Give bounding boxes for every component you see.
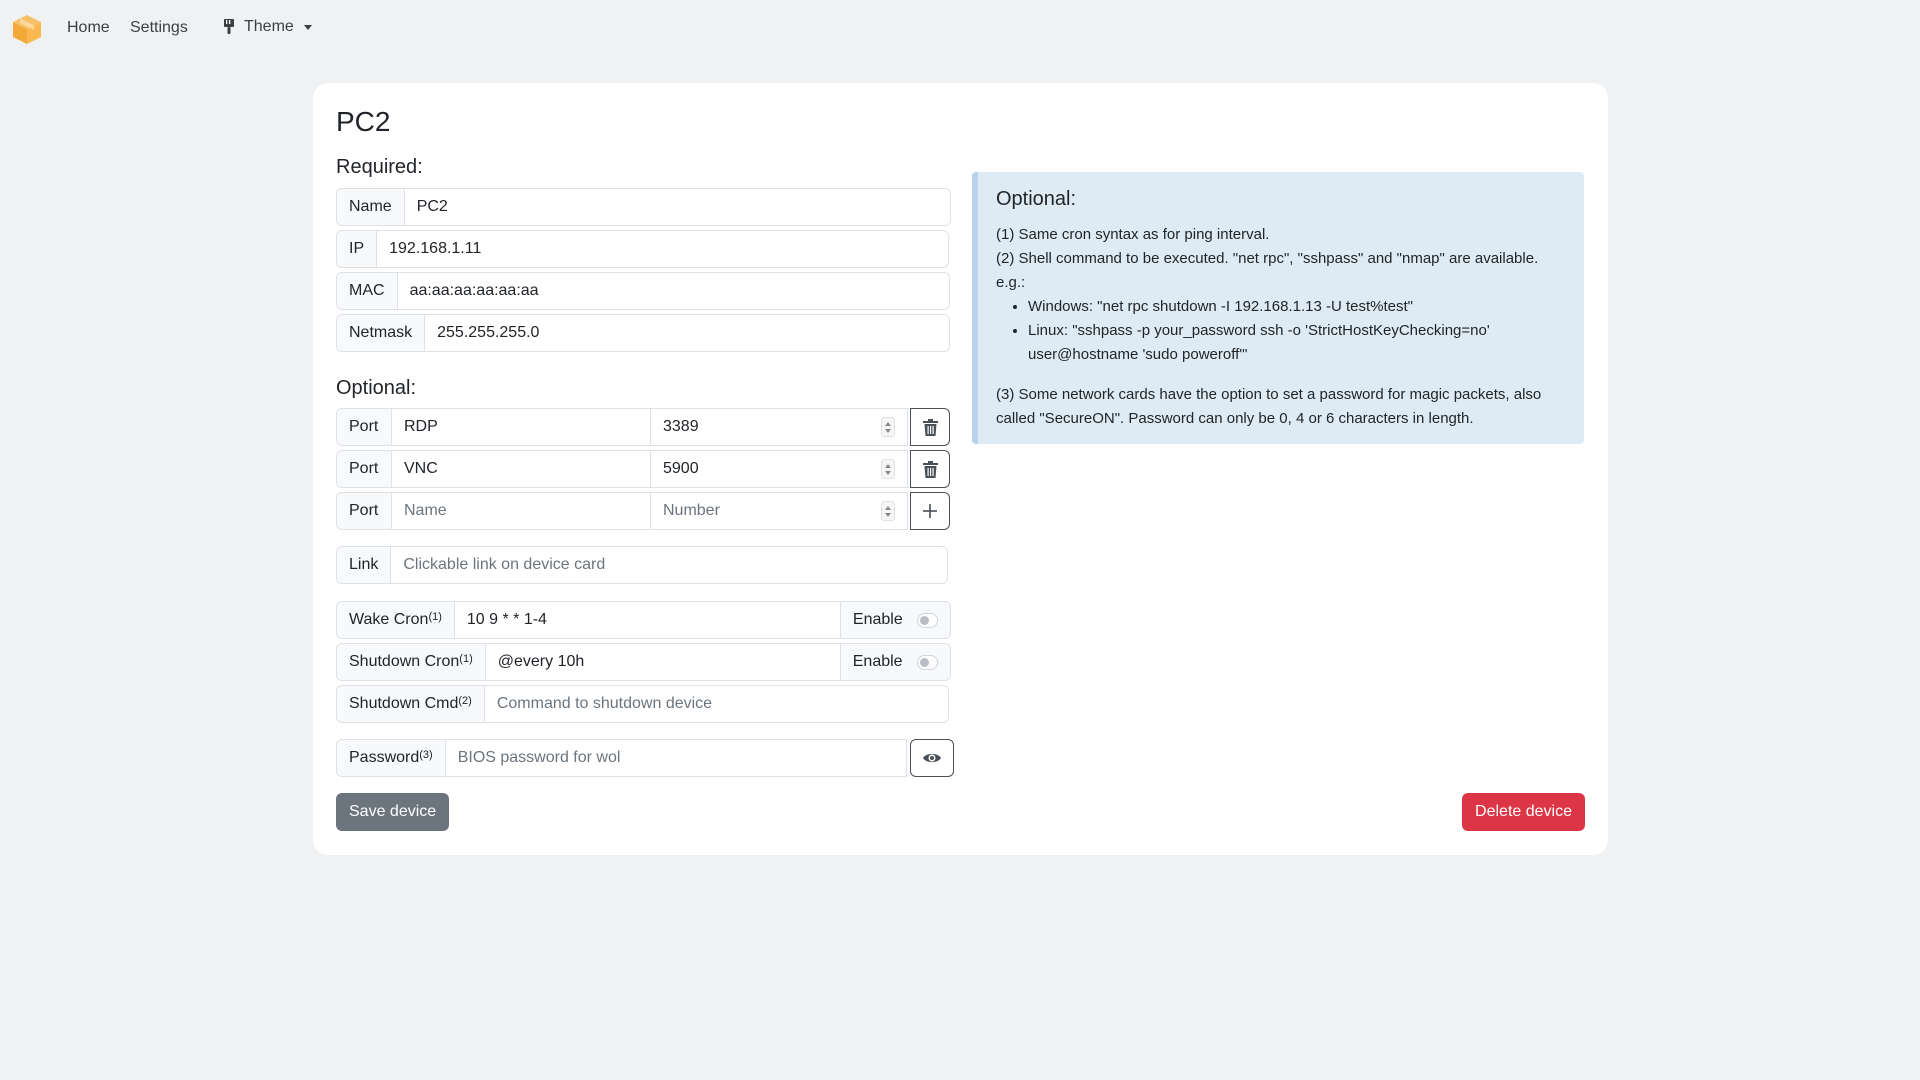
nav-settings-link[interactable]: Settings — [130, 19, 188, 37]
box-logo-icon[interactable] — [11, 13, 43, 45]
mac-row: MAC aa:aa:aa:aa:aa:aa — [336, 272, 950, 310]
shutdown-enable-label: Enable — [852, 653, 903, 670]
port-number-value: 3389 — [663, 418, 699, 435]
ip-input[interactable]: 192.168.1.11 — [376, 230, 950, 268]
wake-cron-row: Wake Cron (1) 10 9 * * 1-4 Enable — [336, 601, 951, 639]
port-name-input[interactable]: RDP — [391, 408, 651, 446]
port-number-placeholder: Number — [663, 502, 720, 519]
add-port-button[interactable] — [910, 492, 950, 530]
name-input[interactable]: PC2 — [403, 188, 951, 226]
wake-enable-toggle[interactable] — [916, 612, 938, 628]
show-password-button[interactable] — [909, 739, 954, 777]
trash-icon — [922, 418, 938, 436]
wake-cron-enable: Enable — [839, 601, 951, 639]
optional-info-panel: Optional: (1) Same cron syntax as for pi… — [972, 172, 1584, 444]
shutdown-cron-input[interactable]: @every 10h — [484, 643, 841, 681]
port-number-value: 5900 — [663, 460, 699, 477]
info-line-3: e.g.: — [996, 274, 1026, 291]
shutdown-cmd-footnote: (2) — [458, 695, 472, 707]
info-title: Optional: — [996, 188, 1077, 210]
shutdown-cmd-row: Shutdown Cmd (2) Command to shutdown devi… — [336, 685, 949, 723]
port-row: Port VNC 5900 — [336, 450, 950, 488]
info-examples-list: Windows: "net rpc shutdown -I 192.168.1.… — [996, 295, 1566, 367]
trash-icon — [922, 460, 938, 478]
name-label: Name — [336, 188, 405, 226]
shutdown-cmd-label-text: Shutdown Cmd — [349, 695, 459, 712]
wake-cron-input[interactable]: 10 9 * * 1-4 — [453, 601, 841, 639]
port-name-input[interactable]: Name — [391, 492, 651, 530]
mac-input[interactable]: aa:aa:aa:aa:aa:aa — [396, 272, 950, 310]
shutdown-cmd-label: Shutdown Cmd (2) — [336, 685, 485, 723]
navbar: Home Settings Theme — [0, 0, 1920, 58]
eye-icon — [922, 753, 941, 763]
netmask-row: Netmask 255.255.255.0 — [336, 314, 951, 352]
name-row: Name PC2 — [336, 188, 951, 226]
info-line-1: (1) Same cron syntax as for ping interva… — [996, 226, 1270, 243]
wake-cron-footnote: (1) — [428, 611, 442, 623]
delete-device-button[interactable]: Delete device — [1462, 793, 1585, 831]
wake-enable-label: Enable — [852, 611, 903, 628]
mac-label: MAC — [336, 272, 398, 310]
port-name-input[interactable]: VNC — [391, 450, 651, 488]
port-number-input[interactable]: 3389 — [650, 408, 908, 446]
plus-icon — [923, 504, 937, 518]
number-spinner-icon[interactable] — [881, 501, 895, 521]
shutdown-enable-toggle[interactable] — [916, 654, 938, 670]
number-spinner-icon[interactable] — [881, 459, 895, 479]
shutdown-cron-footnote: (1) — [459, 653, 473, 665]
delete-port-button[interactable] — [910, 450, 950, 488]
info-example-linux: Linux: "sshpass -p your_password ssh -o … — [1028, 319, 1566, 367]
ip-row: IP 192.168.1.11 — [336, 230, 950, 268]
netmask-label: Netmask — [336, 314, 426, 352]
required-heading: Required: — [336, 156, 423, 178]
port-label: Port — [336, 408, 392, 446]
netmask-input[interactable]: 255.255.255.0 — [424, 314, 951, 352]
port-number-input[interactable]: Number — [650, 492, 908, 530]
shutdown-cron-enable: Enable — [839, 643, 951, 681]
password-row: Password (3) BIOS password for wol — [336, 739, 954, 777]
theme-dropdown[interactable]: Theme — [222, 18, 312, 36]
shutdown-cron-label: Shutdown Cron (1) — [336, 643, 486, 681]
nav-home-link[interactable]: Home — [67, 19, 110, 37]
port-row: Port RDP 3389 — [336, 408, 950, 446]
theme-label: Theme — [244, 18, 294, 35]
page-title: PC2 — [336, 106, 391, 137]
port-number-input[interactable]: 5900 — [650, 450, 908, 488]
paintbrush-icon — [224, 19, 234, 34]
caret-down-icon — [303, 24, 312, 30]
password-label-text: Password — [349, 749, 420, 766]
wake-cron-label-text: Wake Cron — [349, 611, 429, 628]
save-device-button[interactable]: Save device — [336, 793, 450, 831]
optional-heading: Optional: — [336, 377, 417, 399]
link-label: Link — [336, 546, 392, 584]
new-port-row: Port Name Number — [336, 492, 950, 530]
shutdown-cron-label-text: Shutdown Cron — [349, 653, 460, 670]
link-input[interactable]: Clickable link on device card — [390, 546, 949, 584]
password-input[interactable]: BIOS password for wol — [444, 739, 907, 777]
info-line-2: (2) Shell command to be executed. "net r… — [996, 250, 1539, 267]
info-line-4: (3) Some network cards have the option t… — [996, 386, 1542, 427]
port-label: Port — [336, 492, 392, 530]
port-label: Port — [336, 450, 392, 488]
link-row: Link Clickable link on device card — [336, 546, 949, 584]
delete-port-button[interactable] — [910, 408, 950, 446]
ip-label: IP — [336, 230, 378, 268]
wake-cron-label: Wake Cron (1) — [336, 601, 455, 639]
password-footnote: (3) — [419, 749, 433, 761]
device-card: PC2 Required: Name PC2 IP 192.168.1.11 M… — [313, 83, 1608, 855]
shutdown-cmd-input[interactable]: Command to shutdown device — [483, 685, 949, 723]
info-example-windows: Windows: "net rpc shutdown -I 192.168.1.… — [1028, 295, 1566, 319]
password-label: Password (3) — [336, 739, 446, 777]
number-spinner-icon[interactable] — [881, 417, 895, 437]
shutdown-cron-row: Shutdown Cron (1) @every 10h Enable — [336, 643, 951, 681]
